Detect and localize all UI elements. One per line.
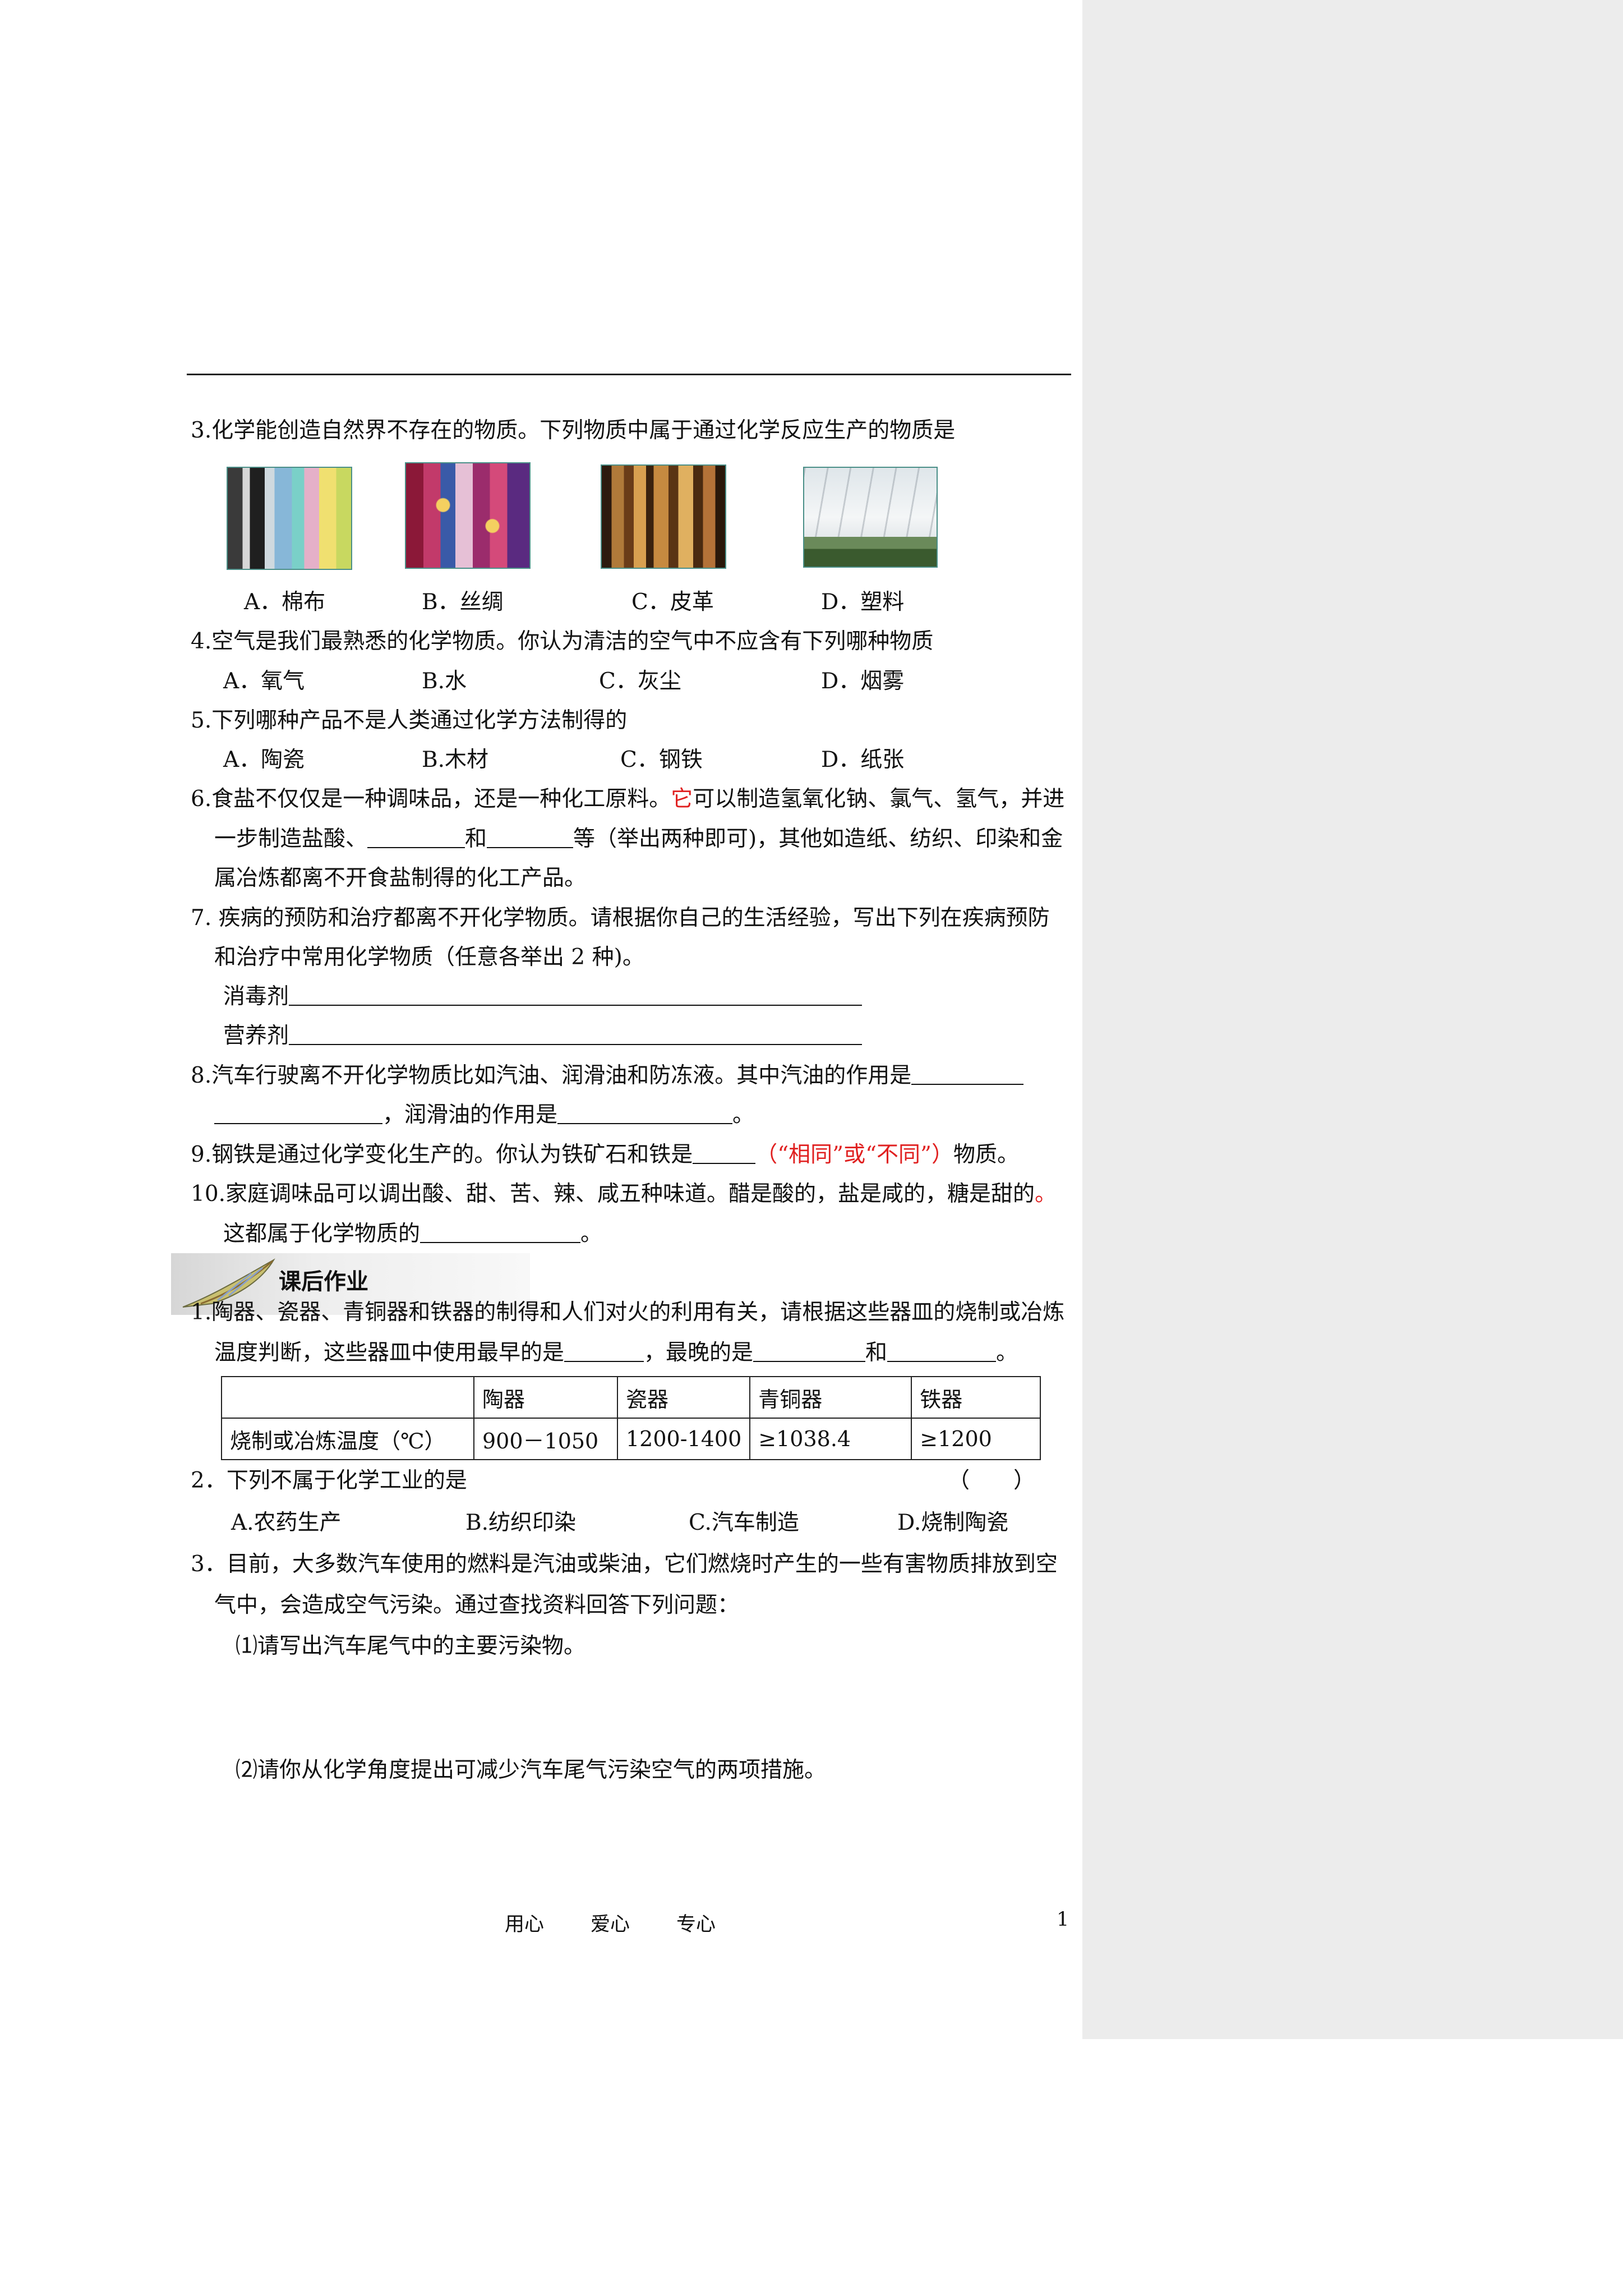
q8-text: 。: [732, 1102, 755, 1128]
hw3-line-2: 气中，会造成空气污染。通过查找资料回答下列问题：: [214, 1593, 740, 1618]
q4-option-b: B.水: [422, 669, 467, 694]
q4-stem: 4.空气是我们最熟悉的化学物质。你认为清洁的空气中不应含有下列哪种物质: [191, 629, 934, 654]
q6-blank-1[interactable]: [367, 828, 465, 848]
footer-word: 专心: [676, 1913, 716, 1936]
q10-blank[interactable]: [420, 1223, 581, 1243]
hw1-text: 温度判断，这些器皿中使用最早的是: [214, 1340, 565, 1365]
plastic-greenhouse-image: [803, 467, 938, 568]
q8-blank-1[interactable]: [911, 1065, 1024, 1085]
table-cell: 900－1050: [473, 1418, 618, 1460]
silk-image: [405, 462, 531, 569]
nutrient-label: 营养剂: [223, 1023, 289, 1048]
nutrient-blank[interactable]: [289, 1025, 863, 1045]
q5-stem: 5.下列哪种产品不是人类通过化学方法制得的: [191, 708, 628, 733]
q6-line-1: 6.食盐不仅仅是一种调味品，还是一种化工原料。它可以制造氢氧化钠、氯气、氢气，并…: [191, 788, 1064, 810]
page-number: 1: [1057, 1908, 1069, 1931]
q7-nutrient: 营养剂: [223, 1023, 863, 1048]
table-cell: 1200-1400: [616, 1418, 751, 1460]
hw3-line-1: 3．目前，大多数汽车使用的燃料是汽油或柴油，它们燃烧时产生的一些有害物质排放到空: [191, 1552, 1058, 1577]
q4-option-c: C．灰尘: [599, 669, 681, 694]
q6-text: 可以制造氢氧化钠、氯气、氢气，并进: [693, 786, 1065, 812]
hw1-line-1: 1.陶器、瓷器、青铜器和铁器的制得和人们对火的利用有关，请根据这些器皿的烧制或冶…: [191, 1300, 1065, 1325]
q4-option-d: D．烟雾: [821, 669, 905, 694]
q5-option-b: B.木材: [422, 747, 489, 772]
q7-line-2: 和治疗中常用化学物质（任意各举出 2 种)。: [214, 945, 644, 970]
q8-line-2: ，润滑油的作用是 。: [214, 1104, 754, 1126]
q6-text: 6.食盐不仅仅是一种调味品，还是一种化工原料。: [191, 786, 671, 812]
q4-option-a: A．氧气: [223, 669, 305, 694]
disinfectant-label: 消毒剂: [223, 984, 289, 1009]
table-cell: 烧制或冶炼温度（℃）: [221, 1418, 474, 1460]
q8-text: ，润滑油的作用是: [382, 1102, 558, 1128]
table-cell: [221, 1376, 474, 1419]
q9-text: 物质。: [953, 1142, 1019, 1167]
hw2-option-c: C.汽车制造: [689, 1510, 799, 1535]
q10-line-1: 10.家庭调味品可以调出酸、甜、苦、辣、咸五种味道。醋是酸的，盐是咸的，糖是甜的…: [191, 1183, 1057, 1205]
q10-line-2: 这都属于化学物质的 。: [223, 1223, 602, 1245]
hw2-answer-paren[interactable]: （ ）: [948, 1470, 1035, 1492]
cotton-image: [227, 467, 352, 570]
hw2-option-a: A.农药生产: [231, 1510, 342, 1535]
q9-line: 9.钢铁是通过化学变化生产的。你认为铁矿石和铁是 （“相同”或“不同”）物质。: [191, 1144, 1019, 1166]
leather-image: [601, 464, 726, 569]
table-cell: 青铜器: [749, 1376, 912, 1419]
q7-line-1: 7. 疾病的预防和治疗都离不开化学物质。请根据你自己的生活经验，写出下列在疾病预…: [191, 905, 1050, 931]
q6-line-2: 一步制造盐酸、 和 等（举出两种即可)，其他如造纸、纺织、印染和金: [214, 828, 1063, 850]
q7-disinfectant: 消毒剂: [223, 984, 863, 1009]
q3-stem: 3.化学能创造自然界不存在的物质。下列物质中属于通过化学反应生产的物质是: [191, 418, 956, 443]
table-cell: 铁器: [911, 1376, 1041, 1419]
footer-word: 爱心: [591, 1913, 630, 1936]
q5-option-d: D．纸张: [821, 747, 905, 772]
q5-option-c: C．钢铁: [620, 747, 703, 772]
hw3-part-1: ⑴请写出汽车尾气中的主要污染物。: [236, 1634, 586, 1659]
q6-text: 一步制造盐酸、: [214, 826, 368, 852]
hw3-part-2: ⑵请你从化学角度提出可减少汽车尾气污染空气的两项措施。: [236, 1757, 827, 1783]
q3-option-b: B．丝绸: [422, 590, 504, 615]
hw1-text: ，最晚的是: [644, 1340, 754, 1365]
hw1-blank-latest-1[interactable]: [753, 1342, 866, 1362]
q10-text: 。: [580, 1221, 603, 1246]
table-cell: ≥1200: [911, 1418, 1041, 1460]
q9-blank[interactable]: [693, 1144, 756, 1164]
document-page: 3.化学能创造自然界不存在的物质。下列物质中属于通过化学反应生产的物质是 A．棉…: [0, 0, 1082, 2296]
q3-option-a: A．棉布: [244, 590, 326, 615]
homework-title: 课后作业: [279, 1268, 368, 1295]
q9-text: 9.钢铁是通过化学变化生产的。你认为铁矿石和铁是: [191, 1142, 693, 1167]
table-cell: 瓷器: [616, 1376, 751, 1419]
hw1-blank-latest-2[interactable]: [887, 1342, 997, 1362]
q6-text: 等（举出两种即可)，其他如造纸、纺织、印染和金: [573, 826, 1063, 852]
q8-text: 8.汽车行驶离不开化学物质比如汽油、润滑油和防冻液。其中汽油的作用是: [191, 1063, 912, 1088]
table-row: 烧制或冶炼温度（℃） 900－1050 1200-1400 ≥1038.4 ≥1…: [221, 1418, 1041, 1460]
q10-text: 10.家庭调味品可以调出酸、甜、苦、辣、咸五种味道。醋是酸的，盐是咸的，糖是甜的: [191, 1181, 1035, 1207]
hw1-blank-earliest[interactable]: [564, 1342, 644, 1362]
q9-hint: （“相同”或“不同”）: [755, 1142, 953, 1167]
disinfectant-blank[interactable]: [289, 986, 863, 1006]
q10-mark: 。: [1035, 1181, 1057, 1207]
footer-word: 用心: [505, 1913, 545, 1936]
hw1-line-2: 温度判断，这些器皿中使用最早的是 ，最晚的是 和 。: [214, 1342, 1018, 1364]
q8-blank-2[interactable]: [557, 1104, 733, 1124]
table-header-row: 陶器 瓷器 青铜器 铁器: [221, 1376, 1041, 1419]
hw2-stem: 2．下列不属于化学工业的是: [191, 1468, 467, 1493]
q6-highlight: 它: [671, 786, 693, 812]
q6-text: 和: [465, 826, 487, 852]
hw2-option-b: B.纺织印染: [465, 1510, 577, 1535]
hw1-text: 和: [865, 1340, 888, 1365]
header-rule: [187, 374, 1071, 375]
q8-blank-1b[interactable]: [214, 1104, 382, 1124]
hw2-option-d: D.烧制陶瓷: [897, 1510, 1009, 1535]
q3-option-d: D．塑料: [821, 590, 905, 615]
q3-option-c: C．皮革: [631, 590, 714, 615]
q8-line-1: 8.汽车行驶离不开化学物质比如汽油、润滑油和防冻液。其中汽油的作用是: [191, 1063, 1024, 1088]
comment-sidebar: [1082, 0, 1623, 2039]
temperature-table: 陶器 瓷器 青铜器 铁器 烧制或冶炼温度（℃） 900－1050 1200-14…: [221, 1376, 1041, 1460]
q5-option-a: A．陶瓷: [223, 747, 305, 772]
table-cell: ≥1038.4: [749, 1418, 912, 1460]
q6-line-3: 属冶炼都离不开食盐制得的化工产品。: [214, 866, 587, 891]
q6-blank-2[interactable]: [487, 828, 574, 848]
q10-text: 这都属于化学物质的: [223, 1221, 421, 1246]
table-cell: 陶器: [473, 1376, 618, 1419]
hw1-text: 。: [996, 1340, 1018, 1365]
